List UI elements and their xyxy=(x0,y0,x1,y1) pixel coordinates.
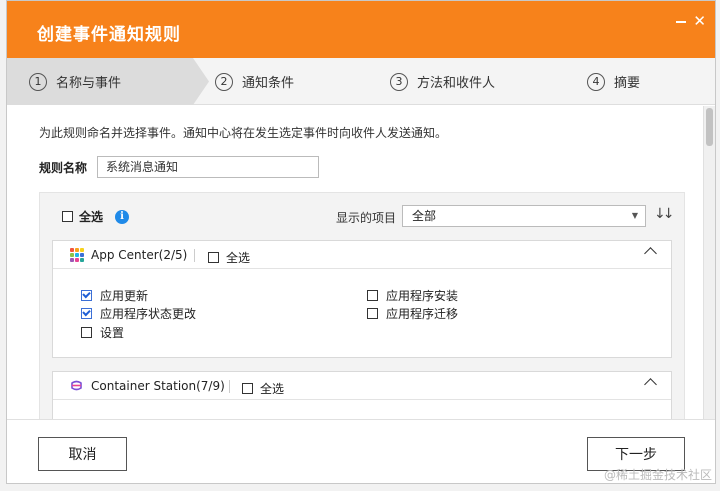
app-center-card: App Center(2/5) 全选 应用更新 应用程序状态更改 设置 应用程序… xyxy=(52,240,672,358)
select-all-label: 全选 xyxy=(79,210,104,224)
event-settings[interactable]: 设置 xyxy=(81,324,124,341)
wizard-steps: 1 名称与事件 2 通知条件 3 方法和收件人 4 摘要 xyxy=(7,58,715,105)
event-app-install[interactable]: 应用程序安装 xyxy=(367,287,458,304)
step-name-and-event: 1 名称与事件 xyxy=(29,72,121,91)
card-header[interactable]: App Center(2/5) 全选 xyxy=(53,241,671,269)
card-select-all-box[interactable] xyxy=(208,252,219,263)
event-checkbox[interactable] xyxy=(81,290,92,301)
step-label: 通知条件 xyxy=(242,76,295,91)
divider xyxy=(229,380,230,393)
title-bar: 创建事件通知规则 ✕ xyxy=(7,1,715,58)
card-select-all-label: 全选 xyxy=(260,382,285,396)
select-all-checkbox[interactable]: 全选 i xyxy=(62,208,130,225)
event-label: 应用程序迁移 xyxy=(386,307,459,321)
chevron-up-icon[interactable] xyxy=(644,378,657,391)
event-label: 设置 xyxy=(100,326,125,340)
close-icon[interactable]: ✕ xyxy=(693,14,706,29)
step-number: 2 xyxy=(215,72,233,91)
page: 创建事件通知规则 ✕ 1 名称与事件 2 通知条件 3 方法和收件人 4 摘要 xyxy=(0,0,720,491)
description-text: 为此规则命名并选择事件。通知中心将在发生选定事件时向收件人发送通知。 xyxy=(39,126,448,140)
sort-icon[interactable]: ↓↓ xyxy=(654,206,675,222)
rule-name-input[interactable]: 系统消息通知 xyxy=(97,156,319,178)
step-number: 4 xyxy=(587,72,605,91)
event-checkbox[interactable] xyxy=(367,308,378,319)
card-select-all-label: 全选 xyxy=(226,251,251,265)
event-selection-panel: 全选 i 显示的项目 全部 ▼ ↓↓ App Center(2/5) 全选 应用… xyxy=(39,192,685,441)
step-number: 3 xyxy=(390,72,408,91)
card-header[interactable]: Container Station(7/9) 全选 xyxy=(53,372,671,400)
step-label: 摘要 xyxy=(614,76,641,91)
create-rule-dialog: 创建事件通知规则 ✕ 1 名称与事件 2 通知条件 3 方法和收件人 4 摘要 xyxy=(6,0,716,484)
scrollbar-thumb[interactable] xyxy=(706,108,713,146)
content-area: 为此规则命名并选择事件。通知中心将在发生选定事件时向收件人发送通知。 规则名称 … xyxy=(7,106,705,441)
cancel-button[interactable]: 取消 xyxy=(38,437,127,471)
minimize-icon[interactable] xyxy=(676,21,686,23)
info-icon[interactable]: i xyxy=(115,209,130,224)
app-center-icon xyxy=(70,248,84,262)
event-checkbox[interactable] xyxy=(81,308,92,319)
step-number: 1 xyxy=(29,72,47,91)
event-checkbox[interactable] xyxy=(81,327,92,338)
card-select-all-box[interactable] xyxy=(242,383,253,394)
card-select-all[interactable]: 全选 xyxy=(208,249,250,266)
step-summary: 4 摘要 xyxy=(587,72,640,91)
show-items-select[interactable]: 全部 ▼ xyxy=(402,205,646,227)
show-items-label: 显示的项目 xyxy=(336,211,397,225)
event-app-migration[interactable]: 应用程序迁移 xyxy=(367,305,458,322)
card-title: Container Station(7/9) xyxy=(91,379,225,393)
event-label: 应用程序状态更改 xyxy=(100,307,197,321)
chevron-up-icon[interactable] xyxy=(644,247,657,260)
chevron-down-icon: ▼ xyxy=(631,211,638,220)
content-scrollbar[interactable] xyxy=(703,106,715,419)
watermark: @稀土掘金技术社区 xyxy=(603,468,712,482)
event-label: 应用更新 xyxy=(100,289,149,303)
step-method-and-recipients: 3 方法和收件人 xyxy=(390,72,495,91)
divider xyxy=(194,249,195,262)
step-label: 名称与事件 xyxy=(56,76,122,91)
dialog-title: 创建事件通知规则 xyxy=(37,25,181,45)
container-station-icon xyxy=(71,380,82,391)
event-app-update[interactable]: 应用更新 xyxy=(81,287,148,304)
event-label: 应用程序安装 xyxy=(386,289,459,303)
step-label: 方法和收件人 xyxy=(417,76,496,91)
rule-name-label: 规则名称 xyxy=(39,161,88,175)
step-notification-conditions: 2 通知条件 xyxy=(215,72,294,91)
show-items-value: 全部 xyxy=(412,209,437,223)
card-title: App Center(2/5) xyxy=(91,248,188,262)
select-all-box[interactable] xyxy=(62,211,73,222)
event-app-status-change[interactable]: 应用程序状态更改 xyxy=(81,305,196,322)
card-select-all[interactable]: 全选 xyxy=(242,380,284,397)
event-checkbox[interactable] xyxy=(367,290,378,301)
